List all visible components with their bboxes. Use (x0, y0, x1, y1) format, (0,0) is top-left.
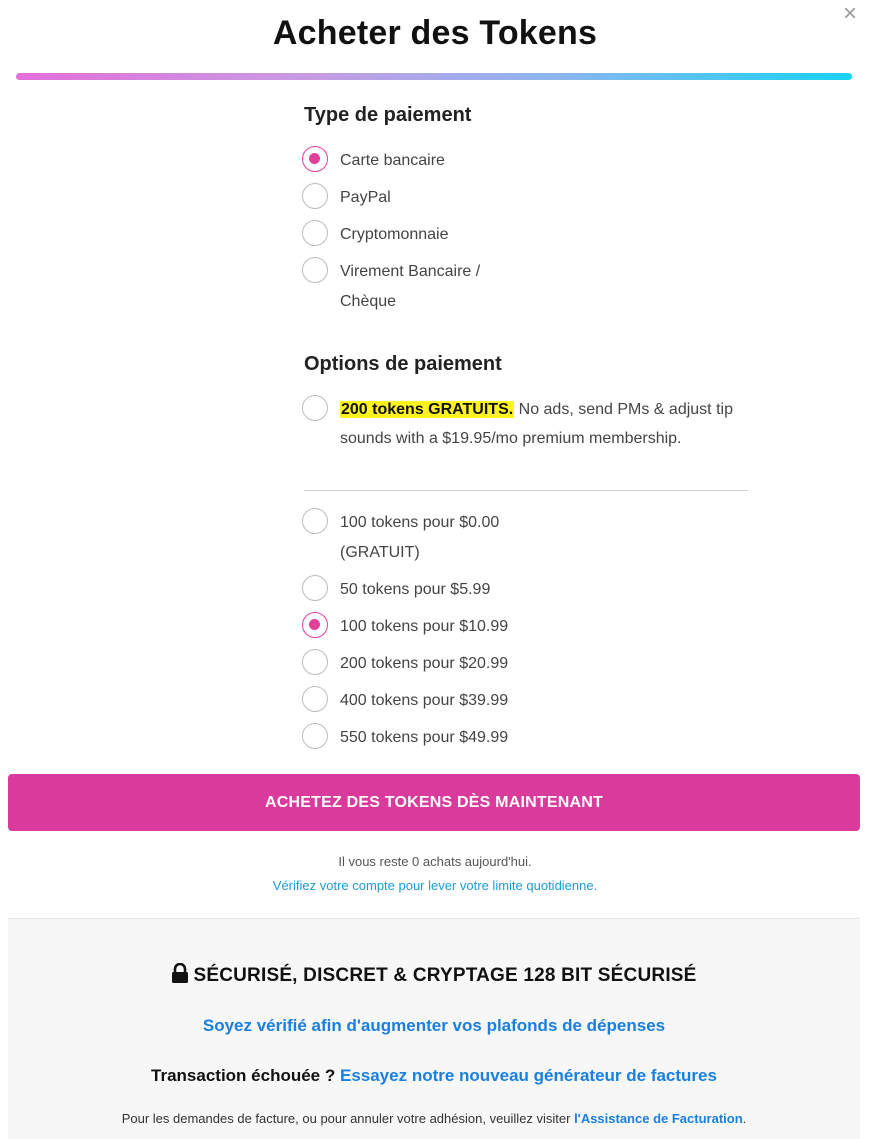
modal-title: Acheter des Tokens (272, 14, 598, 52)
billing-support-link[interactable]: l'Assistance de Facturation (574, 1111, 743, 1126)
payment-type-paypal[interactable]: PayPal (302, 183, 391, 213)
billing-end-punctuation: . (742, 1111, 747, 1126)
verify-account-limit-link[interactable]: Vérifiez votre compte pour lever votre l… (0, 878, 870, 893)
package-label: 550 tokens pour $49.99 (340, 729, 509, 746)
package-label: 400 tokens pour $39.99 (340, 692, 509, 709)
package-label: 200 tokens pour $20.99 (340, 655, 509, 672)
package-550[interactable]: 550 tokens pour $49.99 (302, 723, 508, 753)
secure-text: SÉCURISÉ, DISCRET & CRYPTAGE 128 BIT SÉC… (193, 965, 697, 986)
package-100-free[interactable]: 100 tokens pour $0.00 (GRATUIT) (302, 508, 499, 568)
package-label: 100 tokens pour $10.99 (340, 618, 509, 635)
package-label: 50 tokens pour $5.99 (340, 581, 491, 598)
radio-icon[interactable] (302, 220, 328, 246)
radio-icon[interactable] (302, 649, 328, 675)
radio-icon[interactable] (302, 686, 328, 712)
payment-type-section: Type de paiement (304, 104, 754, 127)
package-label: 100 tokens pour $0.00 (GRATUIT) (340, 508, 499, 568)
transaction-failed-text: Transaction échouée ? (151, 1066, 336, 1085)
package-200[interactable]: 200 tokens pour $20.99 (302, 649, 508, 679)
lock-icon (172, 963, 189, 983)
payment-type-card[interactable]: Carte bancaire (302, 146, 445, 176)
payment-type-label-line1: Virement Bancaire / (340, 263, 481, 280)
payment-type-label: Virement Bancaire / Chèque (340, 257, 480, 317)
radio-icon[interactable] (302, 395, 328, 421)
payment-type-label: Carte bancaire (340, 152, 445, 169)
secure-banner: SÉCURISÉ, DISCRET & CRYPTAGE 128 BIT SÉC… (8, 963, 860, 987)
package-100[interactable]: 100 tokens pour $10.99 (302, 612, 508, 642)
radio-icon[interactable] (302, 723, 328, 749)
title-gradient-divider (16, 73, 852, 80)
radio-icon[interactable] (302, 508, 328, 534)
radio-icon[interactable] (302, 612, 328, 638)
promo-highlight: 200 tokens GRATUITS. (340, 401, 515, 418)
package-400[interactable]: 400 tokens pour $39.99 (302, 686, 508, 716)
radio-icon[interactable] (302, 257, 328, 283)
payment-type-label-line2: Chèque (340, 293, 397, 310)
package-label-line2: (GRATUIT) (340, 544, 420, 561)
payment-type-crypto[interactable]: Cryptomonnaie (302, 220, 449, 250)
security-footer: SÉCURISÉ, DISCRET & CRYPTAGE 128 BIT SÉC… (8, 918, 860, 1139)
premium-promo-text: 200 tokens GRATUITS. No ads, send PMs & … (340, 395, 740, 453)
invoice-generator-link[interactable]: Essayez notre nouveau générateur de fact… (340, 1066, 717, 1085)
payment-type-heading: Type de paiement (304, 104, 472, 126)
billing-support-line: Pour les demandes de facture, ou pour an… (8, 1111, 860, 1126)
payment-type-label: Cryptomonnaie (340, 226, 449, 243)
payment-type-bank-transfer[interactable]: Virement Bancaire / Chèque (302, 257, 480, 317)
billing-support-text: Pour les demandes de facture, ou pour an… (121, 1111, 571, 1126)
verify-spending-limit-link[interactable]: Soyez vérifié afin d'augmenter vos plafo… (8, 1016, 860, 1036)
radio-icon[interactable] (302, 575, 328, 601)
remaining-purchases-text: Il vous reste 0 achats aujourd'hui. (338, 854, 532, 869)
transaction-failed-line: Transaction échouée ? Essayez notre nouv… (8, 1066, 860, 1086)
radio-icon[interactable] (302, 183, 328, 209)
options-divider (304, 490, 748, 491)
premium-promo-option[interactable]: 200 tokens GRATUITS. No ads, send PMs & … (302, 395, 740, 453)
package-label-line1: 100 tokens pour $0.00 (340, 514, 500, 531)
radio-icon[interactable] (302, 146, 328, 172)
payment-options-heading: Options de paiement (304, 353, 502, 375)
buy-tokens-button[interactable]: ACHETEZ DES TOKENS DÈS MAINTENANT (8, 774, 860, 831)
payment-type-label: PayPal (340, 189, 391, 206)
package-50[interactable]: 50 tokens pour $5.99 (302, 575, 490, 605)
payment-options-section: Options de paiement (304, 353, 754, 376)
